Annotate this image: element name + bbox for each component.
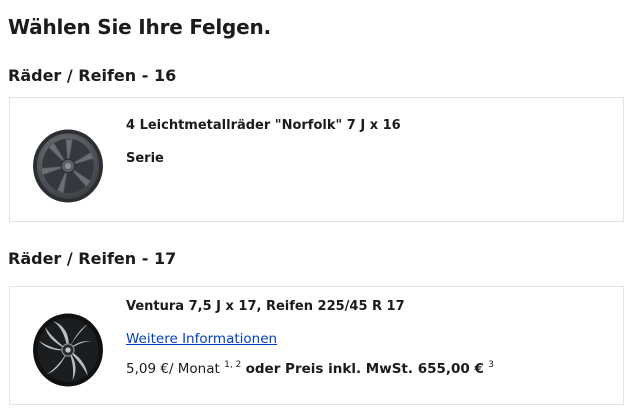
section-title-17: Räder / Reifen - 17 bbox=[8, 249, 177, 268]
wheel-option-name: 4 Leichtmetallräder "Norfolk" 7 J x 16 bbox=[126, 118, 401, 133]
wheel-option-card-norfolk[interactable]: 4 Leichtmetallräder "Norfolk" 7 J x 16 S… bbox=[9, 97, 624, 222]
wheel-ventura-image bbox=[33, 313, 103, 387]
wheel-norfolk-image bbox=[33, 129, 103, 203]
price-line: 5,09 €/ Monat 1, 2 oder Preis inkl. MwSt… bbox=[126, 360, 494, 377]
more-info-link[interactable]: Weitere Informationen bbox=[126, 331, 277, 347]
wheel-option-status: Serie bbox=[126, 151, 164, 166]
wheel-option-name: Ventura 7,5 J x 17, Reifen 225/45 R 17 bbox=[126, 299, 405, 314]
monthly-rate: 5,09 €/ Monat bbox=[126, 361, 220, 377]
page-title: Wählen Sie Ihre Felgen. bbox=[8, 15, 271, 39]
wheel-option-card-ventura[interactable]: Ventura 7,5 J x 17, Reifen 225/45 R 17 W… bbox=[9, 286, 624, 405]
section-title-16: Räder / Reifen - 16 bbox=[8, 66, 177, 85]
price-footnote[interactable]: 3 bbox=[488, 360, 494, 370]
total-price: oder Preis inkl. MwSt. 655,00 € bbox=[245, 361, 484, 377]
monthly-footnote[interactable]: 1, 2 bbox=[224, 360, 241, 370]
